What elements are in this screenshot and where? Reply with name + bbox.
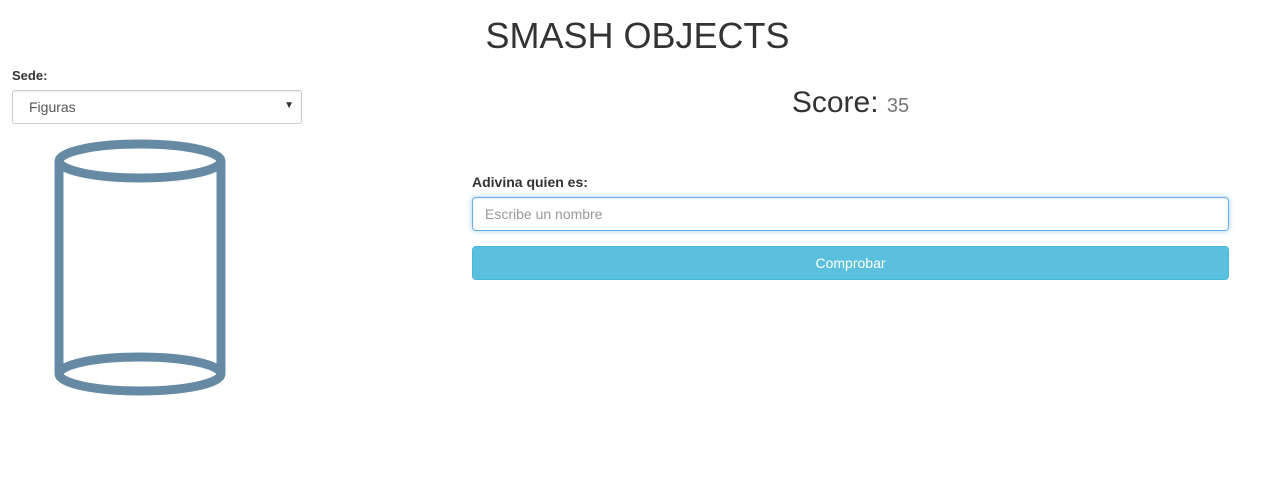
page: SMASH OBJECTS Sede: Figuras ▼ Score: 35 …	[0, 0, 1277, 498]
guess-input[interactable]	[472, 197, 1229, 231]
page-title: SMASH OBJECTS	[485, 15, 790, 56]
sede-panel: Sede: Figuras ▼	[12, 68, 302, 124]
score-value: 35	[886, 95, 910, 117]
chevron-down-icon: ▼	[284, 100, 294, 111]
guess-label: Adivina quien es:	[472, 174, 588, 190]
sede-label: Sede:	[12, 68, 48, 83]
check-button[interactable]: Comprobar	[472, 246, 1229, 280]
score-label: Score:	[791, 86, 879, 119]
sede-select-value: Figuras	[29, 99, 76, 115]
score-display: Score: 35	[472, 86, 1229, 123]
guess-form: Adivina quien es: Comprobar	[472, 174, 1229, 280]
sede-select[interactable]: Figuras ▼	[12, 90, 302, 124]
cylinder-icon	[50, 138, 232, 400]
